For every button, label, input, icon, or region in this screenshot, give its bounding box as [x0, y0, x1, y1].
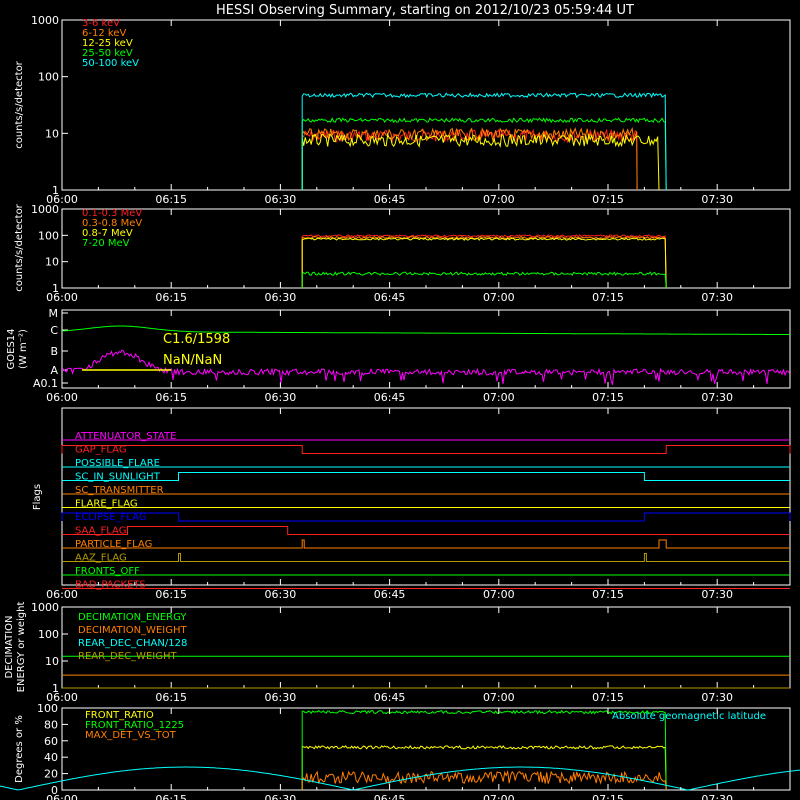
x-tick-label: 06:30 — [265, 193, 297, 206]
x-tick-label: 07:00 — [483, 691, 515, 704]
y-tick-label: 100 — [38, 71, 59, 84]
x-tick-label: 06:45 — [374, 193, 406, 206]
x-tick-label: 06:15 — [155, 793, 187, 800]
panel-2-frame — [61, 208, 791, 289]
flag-line-eclipse_flag — [61, 512, 791, 522]
series-line-25-50-keV — [301, 117, 667, 191]
x-tick-label: 06:30 — [265, 291, 297, 304]
x-tick-label: 07:15 — [592, 193, 624, 206]
x-tick-label: 07:00 — [483, 193, 515, 206]
legend-entry: 7-20 MeV — [82, 238, 130, 249]
y-tick-label: 10 — [45, 127, 59, 140]
x-tick-label: 06:15 — [155, 588, 187, 601]
y-tick-label: 100 — [38, 628, 59, 641]
x-tick-label: 07:15 — [592, 588, 624, 601]
y-tick-label: B — [50, 345, 58, 358]
x-tick-label: 07:15 — [592, 691, 624, 704]
flag-line-gap_flag — [61, 445, 791, 454]
x-tick-label: 06:45 — [374, 391, 406, 404]
geomagnetic-latitude-line — [0, 766, 800, 791]
y-tick-label: 100 — [38, 229, 59, 242]
flag-line-saa_flag — [62, 526, 790, 535]
series-line-front_ratio_1225 — [301, 709, 667, 791]
x-tick-label: 07:30 — [701, 391, 733, 404]
x-tick-label: 07:00 — [483, 793, 515, 800]
flag-label: ECLIPSE_FLAG — [75, 512, 146, 523]
y-tick-label: M — [49, 307, 59, 320]
y-tick-label: 1000 — [31, 14, 59, 27]
flag-line-aaz_flag — [62, 553, 790, 562]
x-tick-label: 06:00 — [46, 588, 78, 601]
x-tick-label: 07:15 — [592, 793, 624, 800]
y-axis-label: Flags — [32, 484, 43, 510]
y-tick-label: A — [50, 364, 58, 377]
y-axis-label: counts/s/detector — [14, 203, 25, 291]
observing-summary-chart: HESSI Observing Summary, starting on 201… — [0, 3, 800, 800]
x-tick-label: 07:30 — [701, 291, 733, 304]
legend-entry: REAR_DEC_WEIGHT — [78, 651, 177, 662]
flag-line-particle_flag — [62, 539, 790, 549]
series-line-12-25-keV — [301, 132, 660, 191]
goes-class-annotation: C1.6/1598 — [163, 332, 230, 347]
x-tick-label: 07:30 — [701, 691, 733, 704]
panel-1-frame — [61, 19, 791, 191]
legend-entry: DECIMATION_ENERGY — [78, 612, 187, 623]
x-tick-label: 06:00 — [46, 291, 78, 304]
x-tick-label: 07:00 — [483, 291, 515, 304]
x-tick-label: 06:45 — [374, 793, 406, 800]
y-tick-label: 10 — [45, 655, 59, 668]
x-tick-label: 06:15 — [155, 691, 187, 704]
x-tick-label: 06:15 — [155, 391, 187, 404]
legend-entry: MAX_DET_VS_TOT — [85, 730, 177, 741]
series-line-0.8-7-MeV — [301, 237, 667, 289]
x-tick-label: 07:15 — [592, 291, 624, 304]
y-axis-label: Degrees or % — [14, 715, 25, 783]
y-axis-label-2: ENERGY or weight — [16, 602, 27, 693]
chart-title: HESSI Observing Summary, starting on 201… — [216, 3, 634, 18]
flag-line-sc_in_sunlight — [62, 472, 790, 481]
x-tick-label: 07:00 — [483, 391, 515, 404]
x-tick-label: 07:30 — [701, 588, 733, 601]
y-axis-label: DECIMATION — [4, 615, 15, 678]
y-axis-label: counts/s/detector — [14, 60, 25, 148]
flag-label: GAP_FLAG — [75, 445, 127, 456]
y-tick-label: 100 — [37, 702, 58, 715]
legend-entry: REAR_DEC_CHAN/128 — [78, 638, 187, 649]
y-tick-label: 10 — [45, 256, 59, 269]
y-tick-label: 20 — [44, 768, 58, 781]
x-tick-label: 07:30 — [701, 193, 733, 206]
x-tick-label: 06:15 — [155, 193, 187, 206]
x-tick-label: 06:30 — [265, 691, 297, 704]
x-tick-label: 07:00 — [483, 588, 515, 601]
y-tick-label: 40 — [44, 751, 58, 764]
x-tick-label: 06:45 — [374, 588, 406, 601]
hessi-summary: HESSI Observing Summary, starting on 201… — [0, 0, 800, 800]
series-line-0.3-0.8-MeV — [301, 235, 667, 289]
y-axis-label: GOES14 — [6, 328, 17, 369]
goes-nan-annotation: NaN/NaN — [163, 353, 222, 368]
x-tick-label: 07:30 — [701, 793, 733, 800]
y-tick-label: 80 — [44, 718, 58, 731]
x-tick-label: 06:15 — [155, 291, 187, 304]
x-tick-label: 07:15 — [592, 391, 624, 404]
panel-3-frame — [61, 309, 791, 389]
x-tick-label: 06:30 — [265, 588, 297, 601]
legend-entry: 50-100 keV — [82, 58, 139, 69]
x-tick-label: 06:45 — [374, 291, 406, 304]
x-tick-label: 06:00 — [46, 391, 78, 404]
series-line-0.1-0.3-MeV — [301, 234, 667, 289]
legend-entry: DECIMATION_WEIGHT — [78, 625, 187, 636]
x-tick-label: 06:00 — [46, 793, 78, 800]
y-tick-label: 60 — [44, 735, 58, 748]
series-line-7-20-MeV — [301, 271, 667, 289]
latitude-annotation: Absolute geomagnetic latitude — [612, 711, 766, 722]
y-tick-label: A0.1 — [33, 377, 58, 390]
x-tick-label: 06:30 — [265, 793, 297, 800]
y-axis-units: (W m⁻²) — [18, 329, 29, 369]
x-tick-label: 06:30 — [265, 391, 297, 404]
y-tick-label: C — [50, 324, 58, 337]
y-tick-label: 1000 — [31, 203, 59, 216]
x-tick-label: 06:45 — [374, 691, 406, 704]
y-tick-label: 1000 — [31, 601, 59, 614]
